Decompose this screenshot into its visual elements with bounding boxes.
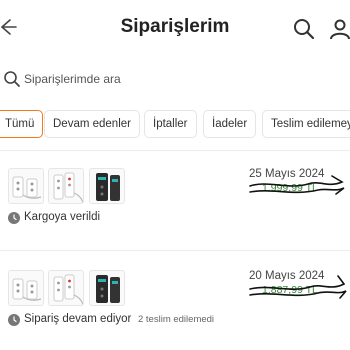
tab-ongoing[interactable]: Devam edenler — [44, 110, 140, 138]
product-thumbnail[interactable] — [8, 168, 44, 204]
product-thumbnail[interactable] — [48, 270, 84, 306]
tab-cancellations[interactable]: İptaller — [144, 110, 197, 138]
search-icon — [4, 71, 20, 87]
clock-icon — [8, 314, 20, 326]
order-status-label: Kargoya verildi — [24, 211, 101, 223]
search-placeholder: Siparişlerimde ara — [24, 72, 121, 86]
tab-all[interactable]: Tümü — [0, 110, 44, 138]
divider — [0, 150, 350, 151]
clock-icon — [8, 212, 20, 224]
product-thumbnail[interactable] — [8, 270, 44, 306]
product-thumbnail[interactable] — [48, 168, 84, 204]
order-filter-tabs: Tümü Devam edenler İptaller İadeler Tesl… — [0, 110, 350, 140]
product-thumbnail[interactable] — [89, 270, 125, 306]
user-icon[interactable] — [328, 17, 350, 41]
power-strip-image — [53, 274, 83, 305]
power-strip-image — [53, 172, 83, 203]
app-header: Siparişlerim — [0, 0, 350, 58]
power-strip-image — [12, 278, 42, 301]
redaction-scribble — [249, 275, 347, 299]
order-status-label: Sipariş devam ediyor — [24, 313, 132, 325]
power-strip-image — [96, 173, 120, 201]
search-icon[interactable] — [292, 17, 316, 41]
tab-returns[interactable]: İadeler — [203, 110, 257, 138]
divider — [0, 250, 350, 251]
product-thumbnail[interactable] — [89, 168, 125, 204]
power-strip-image — [96, 275, 120, 303]
power-strip-image — [12, 176, 42, 199]
order-status-note: 2 teslim edilemedi — [138, 314, 215, 325]
order-card[interactable]: 25 Mayıs 2024 1.999,99 TL Kargoya verild… — [0, 168, 350, 248]
order-card[interactable]: 20 Mayıs 2024 1.887,99 TL Sipariş devam … — [0, 270, 350, 350]
redaction-scribble — [249, 175, 345, 195]
tab-undelivered[interactable]: Teslim edilemeyenler — [262, 110, 350, 138]
order-search-bar[interactable]: Siparişlerimde ara — [0, 64, 350, 94]
